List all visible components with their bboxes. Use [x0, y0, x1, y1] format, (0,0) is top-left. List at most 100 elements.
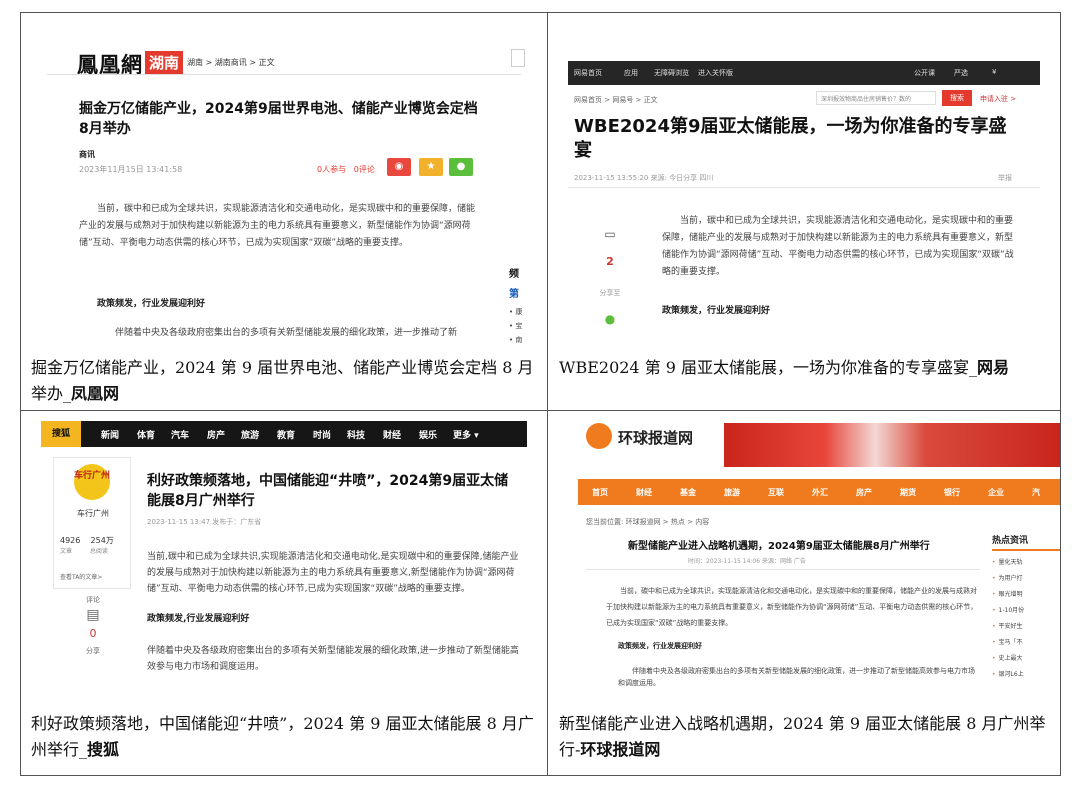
ad-banner[interactable] [724, 423, 1060, 467]
breadcrumb[interactable]: 您当前位置: 环球报道网 > 热点 > 内容 [586, 517, 709, 527]
screenshot-grid: 鳳凰網 湖南 湖南 > 湖南商讯 > 正文 掘金万亿储能产业，2024第9届世界… [20, 12, 1061, 776]
participants: 0人参与 [317, 165, 347, 174]
article-title: 掘金万亿储能产业，2024第9届世界电池、储能产业博览会定档8月举办 [79, 101, 478, 137]
hot-news-item[interactable]: 宝马「不 [992, 635, 1060, 651]
logo-mark-icon [586, 423, 612, 449]
comment-icon[interactable]: ▭ [592, 227, 628, 241]
sidebar-fragment: 频 第 • 康 • 宝 • 南 [509, 265, 522, 347]
nav-item[interactable]: 汽 [1032, 487, 1040, 498]
netease-screenshot: 网易首页 应用 无障碍浏览 进入关怀版 公开课 严选 ¥ 网易首页 > 网易号 … [548, 13, 1060, 353]
caption-sohu: 利好政策频落地，中国储能迎“井喷”，2024 第 9 届亚太储能展 8 月广州举… [31, 711, 541, 763]
nav-item[interactable]: 进入关怀版 [698, 68, 733, 78]
nav-item-more[interactable]: 更多 ▾ [453, 428, 479, 441]
nav-item[interactable]: 应用 [624, 68, 638, 78]
ifeng-screenshot: 鳳凰網 湖南 湖南 > 湖南商讯 > 正文 掘金万亿储能产业，2024第9届世界… [21, 13, 547, 353]
weibo-share-icon[interactable]: ◉ [387, 158, 411, 176]
author-more-link[interactable]: 查看TA的文章> [60, 572, 102, 581]
nav-item[interactable]: 企业 [988, 487, 1004, 498]
nav-item[interactable]: 财经 [383, 428, 401, 441]
article-toolbar: 评论 ▤ 0 分享 [63, 595, 123, 656]
share-label: 分享 [86, 647, 100, 655]
nav-item[interactable]: ¥ [992, 68, 996, 76]
participation-count: 0人参与 0评论 [317, 164, 375, 175]
hot-news-heading: 热点资讯 [992, 533, 1060, 551]
nav-item[interactable]: 期货 [900, 487, 916, 498]
nav-item[interactable]: 财经 [636, 487, 652, 498]
hot-news-item[interactable]: 1-10月份 [992, 603, 1060, 619]
nav-item[interactable]: 旅游 [241, 428, 259, 441]
author-stats: 4926 254万 文章 总阅读 [60, 536, 114, 557]
caption-netease: WBE2024 第 9 届亚太储能展，一场为你准备的专享盛宴_网易 [559, 355, 1059, 381]
sidebar-item[interactable]: • 南 [509, 333, 522, 347]
wechat-share-icon[interactable]: ● [592, 312, 628, 326]
article-title: 新型储能产业进入战略机遇期，2024第9届亚太储能展8月广州举行 [628, 541, 930, 552]
author-name[interactable]: 车行广州 [54, 508, 132, 519]
hot-news-item[interactable]: 银河L6上 [992, 667, 1060, 683]
wechat-share-icon[interactable]: ● [449, 158, 473, 176]
nav-item[interactable]: 娱乐 [419, 428, 437, 441]
hot-news-item[interactable]: 眼光增明 [992, 587, 1060, 603]
top-nav-bar: 网易首页 应用 无障碍浏览 进入关怀版 公开课 严选 ¥ [568, 61, 1040, 85]
author-card: 车行广州 车行广州 4926 254万 文章 总阅读 查看TA的文章> [53, 457, 131, 589]
caption-ifeng: 掘金万亿储能产业，2024 第 9 届世界电池、储能产业博览会定档 8 月举办_… [31, 355, 541, 407]
article-body-continued: 伴随着中央及各级政府密集出台的多项有关新型储能发展的细化政策，进一步推动了新 [115, 328, 458, 338]
nav-item[interactable]: 房产 [856, 487, 872, 498]
article-meta: 2023-11-15 13:55:20 来源: 今日分享 四川 [574, 174, 714, 182]
apply-link[interactable]: 申请入驻 > [980, 94, 1016, 104]
nav-item[interactable]: 银行 [944, 487, 960, 498]
nav-item[interactable]: 严选 [954, 68, 968, 78]
nav-item[interactable]: 外汇 [812, 487, 828, 498]
caption-source: 网易 [977, 358, 1010, 377]
sidebar-link[interactable]: 第 [509, 285, 522, 305]
article-body: 当前，碳中和已成为全球共识，实现能源清洁化和交通电动化，是实现碳中和的重要保障，… [606, 587, 978, 627]
nav-item[interactable]: 时尚 [313, 428, 331, 441]
nav-item[interactable]: 首页 [592, 487, 608, 498]
avatar[interactable]: 车行广州 [74, 464, 110, 500]
top-nav-bar: 首页 财经 基金 旅游 互联 外汇 房产 期货 银行 企业 汽 [578, 479, 1060, 505]
article-toolbar: ▭ 2 分享至 ● [592, 227, 628, 326]
section-heading: 政策频发，行业发展迎利好 [662, 306, 771, 316]
comment-count[interactable]: 0 [63, 627, 123, 640]
report-link[interactable]: 举报 [998, 173, 1012, 183]
hot-news-item[interactable]: 量化天轨 [992, 555, 1060, 571]
hot-news-item[interactable]: 平安好生 [992, 619, 1060, 635]
divider [47, 74, 521, 75]
comment-label: 评论 [86, 596, 100, 604]
article-title: WBE2024第9届亚太储能展，一场为你准备的专享盛宴 [574, 116, 1007, 161]
nav-item[interactable]: 房产 [207, 428, 225, 441]
search-button[interactable]: 搜索 [942, 90, 972, 106]
nav-item[interactable]: 新闻 [101, 428, 119, 441]
nav-item[interactable]: 互联 [768, 487, 784, 498]
nav-item[interactable]: 无障碍浏览 [654, 68, 689, 78]
search-input[interactable]: 深圳报效物商品住房销售价？数的 [816, 91, 936, 105]
comments-count[interactable]: 0评论 [354, 165, 375, 174]
breadcrumb[interactable]: 网易首页 > 网易号 > 正文 [574, 95, 658, 105]
hot-news-item[interactable]: 史上最大 [992, 651, 1060, 667]
section-heading: 政策频发,行业发展迎利好 [147, 614, 250, 624]
ifeng-region-badge[interactable]: 湖南 [145, 51, 184, 74]
nav-item[interactable]: 公开课 [914, 68, 935, 78]
breadcrumb[interactable]: 湖南 > 湖南商讯 > 正文 [187, 57, 275, 68]
article-body-continued: 伴随着中央及各级政府密集出台的多项有关新型储能发展的细化政策，进一步推动了新型储… [618, 667, 975, 687]
hot-news-item[interactable]: 为用户打 [992, 571, 1060, 587]
search-input[interactable] [511, 49, 525, 67]
nav-item[interactable]: 基金 [680, 487, 696, 498]
nav-item[interactable]: 科技 [347, 428, 365, 441]
article-time: 2023年11月15日 13:41:58 [79, 165, 183, 174]
comment-count[interactable]: 2 [592, 255, 628, 268]
favorite-star-icon[interactable]: ★ [419, 158, 443, 176]
caption-source: 搜狐 [87, 740, 120, 759]
site-logo[interactable]: 环球报道网 [618, 427, 693, 448]
comment-icon[interactable]: ▤ [63, 607, 123, 623]
nav-item[interactable]: 教育 [277, 428, 295, 441]
nav-item[interactable]: 体育 [137, 428, 155, 441]
sidebar-item[interactable]: • 康 [509, 305, 522, 319]
nav-item[interactable]: 旅游 [724, 487, 740, 498]
article-meta: 2023-11-15 13:47 发布于：广东省 [147, 518, 262, 526]
nav-item[interactable]: 网易首页 [574, 68, 602, 78]
read-count-label: 总阅读 [89, 548, 108, 555]
nav-item[interactable]: 汽车 [171, 428, 189, 441]
sidebar-item[interactable]: • 宝 [509, 319, 522, 333]
read-count: 254万 [90, 536, 114, 545]
sohu-logo[interactable]: 搜狐 [41, 421, 81, 447]
